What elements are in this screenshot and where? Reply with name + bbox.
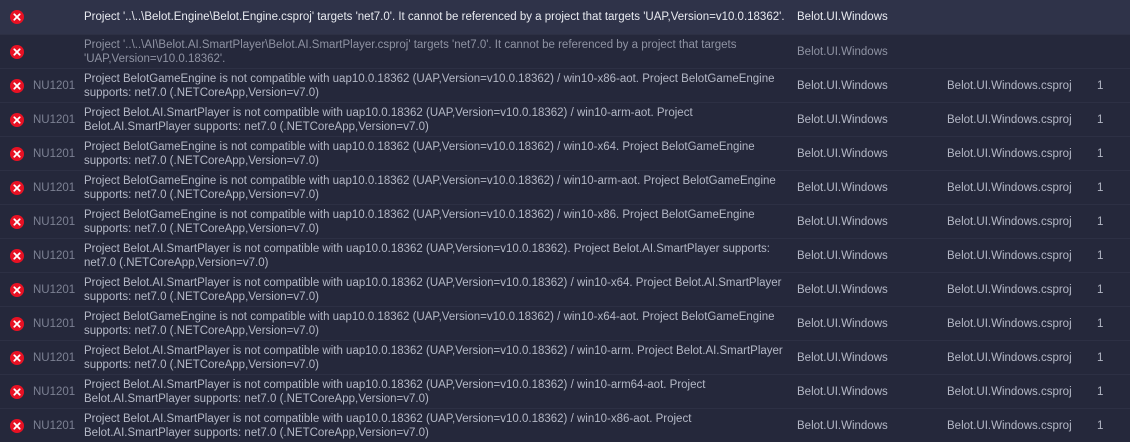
error-code: NU1201 xyxy=(33,215,76,228)
error-line: 1 xyxy=(1097,215,1104,228)
error-file: Belot.UI.Windows.csproj xyxy=(947,419,1072,432)
error-icon xyxy=(9,375,25,408)
error-row[interactable]: NU1201 Project BelotGameEngine is not co… xyxy=(0,137,1130,171)
error-line: 1 xyxy=(1097,249,1104,262)
error-icon xyxy=(9,103,25,136)
error-description: Project BelotGameEngine is not compatibl… xyxy=(84,310,775,337)
error-list: Project '..\..\Belot.Engine\Belot.Engine… xyxy=(0,0,1130,442)
error-project: Belot.UI.Windows xyxy=(797,351,888,364)
error-file: Belot.UI.Windows.csproj xyxy=(947,215,1072,228)
error-description: Project BelotGameEngine is not compatibl… xyxy=(84,174,776,201)
error-row[interactable]: NU1201 Project Belot.AI.SmartPlayer is n… xyxy=(0,375,1130,409)
error-code: NU1201 xyxy=(33,147,76,160)
error-project: Belot.UI.Windows xyxy=(797,11,888,23)
error-description: Project Belot.AI.SmartPlayer is not comp… xyxy=(84,344,783,371)
error-code: NU1201 xyxy=(33,79,76,92)
error-description: Project Belot.AI.SmartPlayer is not comp… xyxy=(84,106,693,133)
error-code: NU1201 xyxy=(33,317,76,330)
error-file: Belot.UI.Windows.csproj xyxy=(947,249,1072,262)
error-line: 1 xyxy=(1097,79,1104,92)
error-description: Project BelotGameEngine is not compatibl… xyxy=(84,208,755,235)
error-description: Project BelotGameEngine is not compatibl… xyxy=(84,140,755,167)
error-description: Project '..\..\AI\Belot.AI.SmartPlayer\B… xyxy=(84,38,737,65)
error-icon xyxy=(9,69,25,102)
error-description: Project Belot.AI.SmartPlayer is not comp… xyxy=(84,276,782,303)
error-icon xyxy=(9,137,25,170)
error-description: Project BelotGameEngine is not compatibl… xyxy=(84,72,775,99)
error-file: Belot.UI.Windows.csproj xyxy=(947,79,1072,92)
error-icon xyxy=(9,0,25,34)
error-project: Belot.UI.Windows xyxy=(797,385,888,398)
error-row[interactable]: NU1201 Project Belot.AI.SmartPlayer is n… xyxy=(0,239,1130,273)
error-description: Project Belot.AI.SmartPlayer is not comp… xyxy=(84,242,770,269)
error-file: Belot.UI.Windows.csproj xyxy=(947,147,1072,160)
error-project: Belot.UI.Windows xyxy=(797,317,888,330)
error-project: Belot.UI.Windows xyxy=(797,79,888,92)
error-line: 1 xyxy=(1097,181,1104,194)
error-project: Belot.UI.Windows xyxy=(797,215,888,228)
error-file: Belot.UI.Windows.csproj xyxy=(947,283,1072,296)
error-row[interactable]: NU1201 Project Belot.AI.SmartPlayer is n… xyxy=(0,409,1130,442)
error-project: Belot.UI.Windows xyxy=(797,45,888,58)
error-icon xyxy=(9,273,25,306)
error-icon xyxy=(9,409,25,442)
error-row[interactable]: NU1201 Project Belot.AI.SmartPlayer is n… xyxy=(0,273,1130,307)
error-description: Project Belot.AI.SmartPlayer is not comp… xyxy=(84,378,706,405)
error-project: Belot.UI.Windows xyxy=(797,249,888,262)
error-file xyxy=(947,35,1087,68)
error-project: Belot.UI.Windows xyxy=(797,181,888,194)
error-project: Belot.UI.Windows xyxy=(797,147,888,160)
error-file xyxy=(947,0,1087,34)
error-code: NU1201 xyxy=(33,181,76,194)
error-line xyxy=(1097,35,1117,68)
error-line xyxy=(1097,0,1117,34)
error-code: NU1201 xyxy=(33,283,76,296)
error-line: 1 xyxy=(1097,283,1104,296)
error-description: Project Belot.AI.SmartPlayer is not comp… xyxy=(84,412,692,439)
error-project: Belot.UI.Windows xyxy=(797,113,888,126)
error-file: Belot.UI.Windows.csproj xyxy=(947,385,1072,398)
error-code: NU1201 xyxy=(33,385,76,398)
error-file: Belot.UI.Windows.csproj xyxy=(947,181,1072,194)
error-line: 1 xyxy=(1097,351,1104,364)
error-code xyxy=(33,35,77,68)
error-icon xyxy=(9,307,25,340)
error-line: 1 xyxy=(1097,419,1104,432)
error-line: 1 xyxy=(1097,317,1104,330)
error-row[interactable]: NU1201 Project BelotGameEngine is not co… xyxy=(0,171,1130,205)
error-icon xyxy=(9,341,25,374)
error-icon xyxy=(9,205,25,238)
error-code: NU1201 xyxy=(33,249,76,262)
error-line: 1 xyxy=(1097,147,1104,160)
error-line: 1 xyxy=(1097,385,1104,398)
error-file: Belot.UI.Windows.csproj xyxy=(947,351,1072,364)
error-row[interactable]: NU1201 Project BelotGameEngine is not co… xyxy=(0,69,1130,103)
error-code: NU1201 xyxy=(33,419,76,432)
error-code: NU1201 xyxy=(33,351,76,364)
error-row[interactable]: NU1201 Project Belot.AI.SmartPlayer is n… xyxy=(0,103,1130,137)
error-code: NU1201 xyxy=(33,113,76,126)
error-row[interactable]: NU1201 Project Belot.AI.SmartPlayer is n… xyxy=(0,341,1130,375)
error-icon xyxy=(9,35,25,68)
error-row[interactable]: NU1201 Project BelotGameEngine is not co… xyxy=(0,307,1130,341)
error-code xyxy=(33,0,77,34)
error-row[interactable]: NU1201 Project BelotGameEngine is not co… xyxy=(0,205,1130,239)
error-project: Belot.UI.Windows xyxy=(797,419,888,432)
error-file: Belot.UI.Windows.csproj xyxy=(947,317,1072,330)
error-icon xyxy=(9,171,25,204)
error-project: Belot.UI.Windows xyxy=(797,283,888,296)
error-file: Belot.UI.Windows.csproj xyxy=(947,113,1072,126)
error-row[interactable]: Project '..\..\AI\Belot.AI.SmartPlayer\B… xyxy=(0,35,1130,69)
error-row[interactable]: Project '..\..\Belot.Engine\Belot.Engine… xyxy=(0,0,1130,35)
error-icon xyxy=(9,239,25,272)
error-description: Project '..\..\Belot.Engine\Belot.Engine… xyxy=(84,11,785,23)
error-line: 1 xyxy=(1097,113,1104,126)
